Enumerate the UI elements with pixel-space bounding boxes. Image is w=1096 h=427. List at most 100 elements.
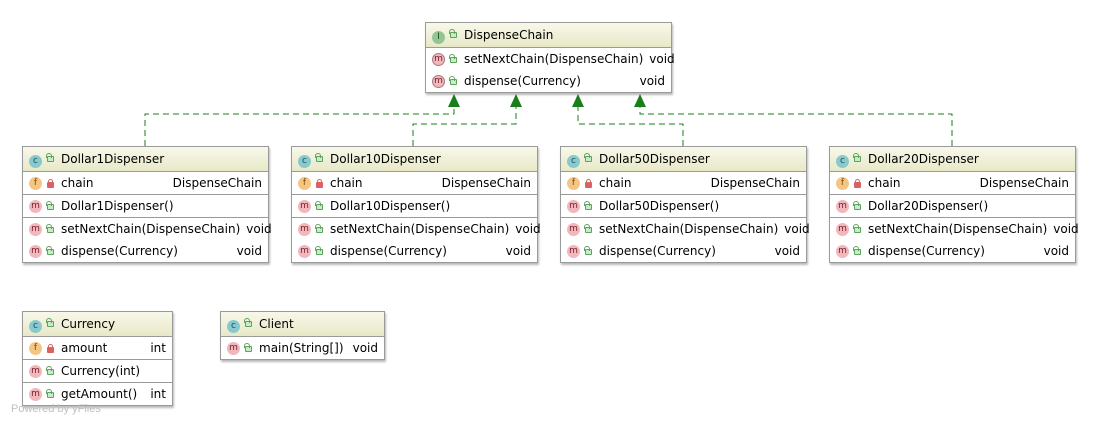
field-row[interactable]: f chain DispenseChain [292, 172, 537, 194]
method-row[interactable]: m setNextChain(DispenseChain) void [292, 218, 541, 240]
method-row[interactable]: m main(String[]) void [221, 337, 384, 359]
private-lock-icon [46, 178, 55, 188]
method-icon: m [836, 199, 849, 213]
constructor-row[interactable]: m Dollar1Dispenser() [23, 195, 268, 217]
method-icon: m [836, 244, 849, 258]
constructors-section: m Dollar1Dispenser() [23, 195, 268, 218]
realization-arrowhead [634, 94, 646, 107]
field-row[interactable]: f chain DispenseChain [23, 172, 268, 194]
public-icon [46, 153, 55, 163]
constructor-row[interactable]: m Currency(int) [23, 360, 172, 382]
method-row[interactable]: m dispense(Currency) void [23, 240, 268, 262]
realization-link-dollar50 [577, 106, 684, 146]
constructor-name: Currency(int) [61, 364, 141, 378]
public-icon [315, 223, 324, 234]
method-row[interactable]: m dispense(Currency) void [292, 240, 537, 262]
class-header: c Dollar1Dispenser [23, 147, 268, 172]
constructor-name: Dollar10Dispenser() [330, 199, 451, 213]
method-icon: m [298, 222, 311, 236]
method-name: setNextChain(DispenseChain) [464, 52, 644, 66]
private-lock-icon [315, 178, 324, 188]
method-row[interactable]: m setNextChain(DispenseChain) void [23, 218, 272, 240]
method-icon: m [567, 244, 580, 258]
return-type: int [150, 387, 166, 401]
realization-link-dollar20 [639, 106, 953, 146]
abstract-method-icon: m [432, 74, 445, 88]
public-icon [853, 245, 862, 256]
methods-section: m setNextChain(DispenseChain) void m dispen… [561, 218, 810, 262]
field-icon: f [29, 176, 42, 190]
field-row[interactable]: f chain DispenseChain [561, 172, 806, 194]
class-client[interactable]: c Client m main(String[]) void [220, 311, 385, 360]
class-icon: c [227, 320, 240, 333]
realization-arrowhead [572, 94, 584, 107]
field-icon: f [29, 341, 42, 355]
methods-section: m setNextChain(DispenseChain) void m dispen… [830, 218, 1079, 262]
method-icon: m [298, 244, 311, 258]
class-dollar50-dispenser[interactable]: c Dollar50Dispenser f chain DispenseChain m… [560, 146, 810, 263]
method-icon: m [298, 199, 311, 213]
method-name: setNextChain(DispenseChain) [599, 222, 779, 236]
class-dollar10-dispenser[interactable]: c Dollar10Dispenser f chain DispenseChain m… [291, 146, 541, 263]
public-icon [244, 318, 253, 328]
class-currency[interactable]: c Currency f amount int m Currency(int) m get… [22, 311, 173, 406]
class-name: Client [259, 317, 294, 331]
public-icon [853, 200, 862, 211]
class-name: DispenseChain [464, 28, 554, 42]
static-method-icon: m [227, 341, 240, 355]
constructor-row[interactable]: m Dollar50Dispenser() [561, 195, 806, 217]
fields-section: f chain DispenseChain [830, 172, 1075, 195]
field-name: chain [61, 176, 94, 190]
methods-section: m setNextChain(DispenseChain) void m dispen… [23, 218, 272, 262]
field-row[interactable]: f chain DispenseChain [830, 172, 1075, 194]
method-row[interactable]: m setNextChain(DispenseChain) void [426, 48, 675, 70]
method-row[interactable]: m setNextChain(DispenseChain) void [830, 218, 1079, 240]
methods-section: m main(String[]) void [221, 337, 384, 359]
class-name: Currency [61, 317, 116, 331]
constructors-section: m Dollar50Dispenser() [561, 195, 806, 218]
return-type: void [1053, 222, 1079, 236]
method-row[interactable]: m setNextChain(DispenseChain) void [561, 218, 810, 240]
private-lock-icon [46, 343, 55, 353]
class-header: I DispenseChain [426, 23, 671, 48]
realization-link-dollar10 [412, 106, 517, 146]
class-dollar1-dispenser[interactable]: c Dollar1Dispenser f chain DispenseChain m D… [22, 146, 272, 263]
method-icon: m [836, 222, 849, 236]
method-name: dispense(Currency) [330, 244, 447, 258]
fields-section: f chain DispenseChain [292, 172, 537, 195]
abstract-method-icon: m [432, 52, 445, 66]
realization-link-dollar1 [144, 106, 455, 146]
method-row[interactable]: m dispense(Currency) void [830, 240, 1075, 262]
public-icon [853, 153, 862, 163]
class-name: Dollar10Dispenser [330, 152, 441, 166]
interface-dispense-chain[interactable]: I DispenseChain m setNextChain(DispenseCha… [425, 22, 675, 93]
constructor-name: Dollar1Dispenser() [61, 199, 174, 213]
private-lock-icon [584, 178, 593, 188]
field-row[interactable]: f amount int [23, 337, 172, 359]
method-icon: m [29, 222, 42, 236]
constructor-name: Dollar50Dispenser() [599, 199, 720, 213]
class-header: c Client [221, 312, 384, 337]
constructor-row[interactable]: m Dollar10Dispenser() [292, 195, 537, 217]
method-icon: m [29, 244, 42, 258]
method-row[interactable]: m dispense(Currency) void [561, 240, 806, 262]
method-icon: m [29, 199, 42, 213]
public-icon [46, 318, 55, 328]
field-name: chain [868, 176, 901, 190]
method-row[interactable]: m dispense(Currency) void [426, 70, 671, 92]
watermark: Powered by yFiles [11, 403, 101, 415]
method-name: dispense(Currency) [61, 244, 178, 258]
field-type: DispenseChain [172, 176, 262, 190]
public-icon [46, 365, 55, 376]
fields-section: f chain DispenseChain [23, 172, 268, 195]
return-type: void [1043, 244, 1069, 258]
field-name: amount [61, 341, 108, 355]
method-name: getAmount() [61, 387, 138, 401]
class-icon: c [29, 155, 42, 168]
class-dollar20-dispenser[interactable]: c Dollar20Dispenser f chain DispenseChain m… [829, 146, 1079, 263]
public-icon [584, 245, 593, 256]
field-icon: f [567, 176, 580, 190]
method-row[interactable]: m getAmount() int [23, 383, 172, 405]
field-type: DispenseChain [710, 176, 800, 190]
constructor-row[interactable]: m Dollar20Dispenser() [830, 195, 1075, 217]
